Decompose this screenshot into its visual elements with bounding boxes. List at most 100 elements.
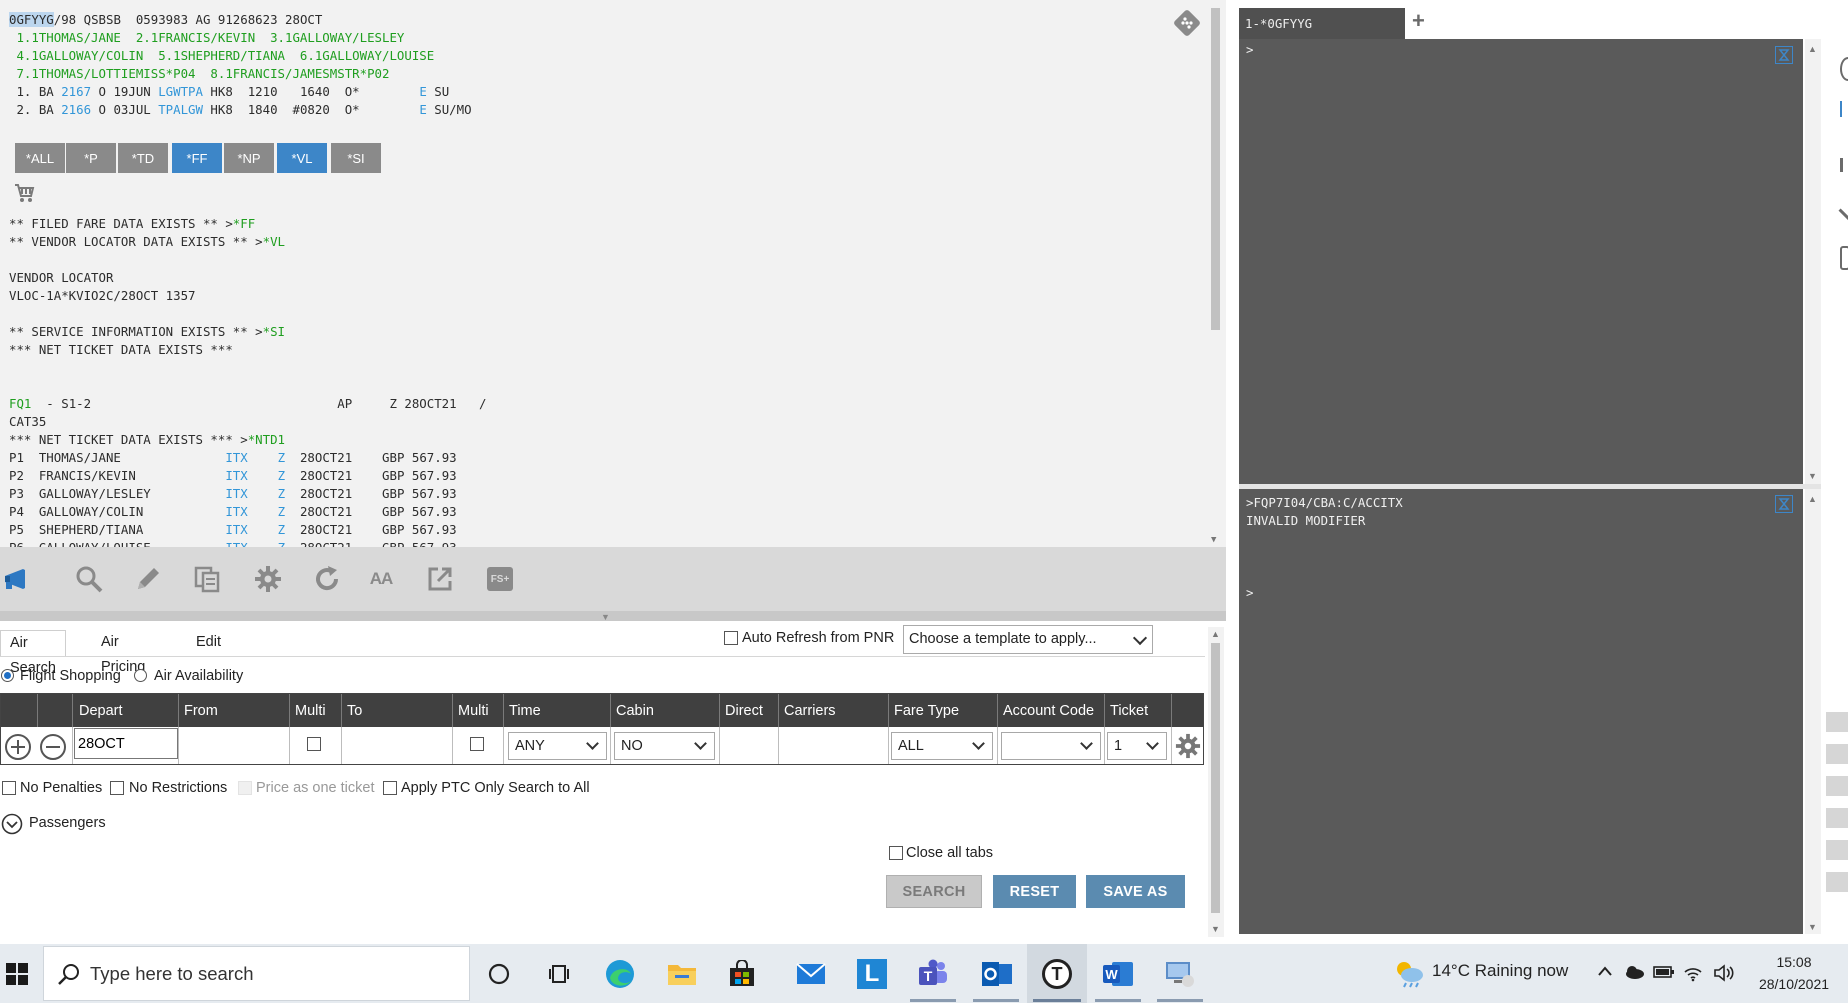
side-icon[interactable] — [1838, 203, 1848, 221]
remove-row-button[interactable] — [40, 734, 66, 760]
panel-splitter[interactable]: ▼ — [0, 611, 1226, 622]
hourglass-icon[interactable] — [1775, 46, 1793, 64]
store-icon[interactable] — [725, 957, 759, 991]
gear-icon[interactable] — [252, 563, 284, 595]
fare-type-select[interactable]: ALL — [891, 732, 993, 760]
tab-air-search[interactable]: Air Search — [0, 630, 66, 676]
megaphone-icon[interactable] — [3, 563, 35, 595]
air-availability-radio[interactable] — [134, 669, 147, 682]
side-tab[interactable] — [1826, 808, 1848, 828]
l-app-icon[interactable]: L — [855, 957, 889, 991]
flight-shopping-radio[interactable] — [1, 669, 14, 682]
panel-scroll-thumb[interactable] — [1211, 643, 1220, 913]
pencil-icon[interactable] — [132, 563, 164, 595]
fs-plus-icon[interactable]: FS+ — [484, 563, 516, 595]
side-tab[interactable] — [1826, 872, 1848, 892]
apply-ptc-checkbox[interactable] — [383, 781, 397, 795]
time-select[interactable]: ANY — [508, 732, 607, 760]
refresh-icon[interactable] — [311, 563, 343, 595]
console-bottom-scroll-up-icon[interactable]: ▲ — [1808, 494, 1817, 504]
command-button-td[interactable]: *TD — [118, 143, 168, 173]
cabin-select[interactable]: NO — [614, 732, 715, 760]
side-tab[interactable] — [1826, 744, 1848, 764]
console-bottom[interactable]: >FQP7I04/CBA:C/ACCITX INVALID MODIFIER > — [1239, 489, 1803, 934]
template-select[interactable]: Choose a template to apply... — [903, 625, 1153, 654]
console-top-scroll-down-icon[interactable]: ▼ — [1808, 471, 1817, 481]
drag-handle-icon[interactable] — [1172, 8, 1202, 38]
battery-icon[interactable] — [1653, 964, 1675, 985]
auto-refresh-checkbox[interactable] — [724, 631, 738, 645]
from-cell[interactable] — [178, 727, 289, 764]
console-bottom-scroll-down-icon[interactable]: ▼ — [1808, 922, 1817, 932]
console-top-scrollbar[interactable] — [1805, 39, 1821, 484]
panel-scroll-down-arrow-icon[interactable]: ▼ — [1211, 924, 1220, 934]
side-icon[interactable] — [1840, 158, 1848, 172]
side-tab[interactable] — [1826, 712, 1848, 732]
file-explorer-icon[interactable] — [665, 957, 699, 991]
row-settings-gear-icon[interactable] — [1175, 733, 1201, 759]
side-tab[interactable] — [1826, 840, 1848, 860]
t-app-icon[interactable]: T — [1040, 957, 1074, 991]
side-icon[interactable] — [1840, 101, 1848, 117]
side-icon[interactable] — [1840, 246, 1848, 270]
close-all-tabs-checkbox[interactable] — [889, 846, 903, 860]
copy-icon[interactable] — [192, 563, 224, 595]
search-icon[interactable] — [73, 563, 105, 595]
remote-desktop-icon[interactable] — [1163, 957, 1197, 991]
depart-input[interactable] — [74, 728, 178, 759]
command-button-vl[interactable]: *VL — [277, 143, 327, 173]
volume-icon[interactable] — [1713, 964, 1735, 987]
edge-icon[interactable] — [603, 957, 637, 991]
scroll-down-arrow-icon[interactable]: ▼ — [1211, 535, 1216, 545]
console-top[interactable]: > — [1239, 39, 1803, 484]
pnr-terminal[interactable]: 0GFYYG/98 QSBSB 0593983 AG 91268623 28OC… — [0, 0, 1226, 547]
passengers-expand-icon[interactable] — [1, 813, 23, 835]
windows-start-icon[interactable] — [0, 957, 34, 991]
add-tab-icon[interactable]: + — [1412, 10, 1434, 32]
multi-to-checkbox[interactable] — [470, 737, 484, 751]
console-top-scroll-up-icon[interactable]: ▲ — [1808, 44, 1817, 54]
external-link-icon[interactable] — [424, 563, 456, 595]
console-tab[interactable]: 1-*0GFYYG — [1239, 8, 1405, 39]
weather-text[interactable]: 14°C Raining now — [1432, 961, 1568, 981]
console-bottom-scrollbar[interactable] — [1805, 489, 1821, 934]
cortana-icon[interactable] — [482, 957, 516, 991]
panel-scroll-up-arrow-icon[interactable]: ▲ — [1211, 629, 1220, 639]
multi-from-checkbox[interactable] — [307, 737, 321, 751]
word-icon[interactable]: W — [1101, 957, 1135, 991]
tab-edit[interactable]: Edit — [187, 630, 230, 657]
carriers-cell[interactable] — [778, 727, 888, 764]
tab-air-pricing[interactable]: Air Pricing — [92, 630, 154, 675]
save-as-button[interactable]: SAVE AS — [1086, 875, 1185, 908]
direct-cell[interactable] — [719, 727, 778, 764]
account-code-select[interactable] — [1001, 732, 1101, 760]
side-icon[interactable] — [1840, 57, 1848, 81]
no-penalties-checkbox[interactable] — [2, 781, 16, 795]
outlook-icon[interactable] — [980, 957, 1014, 991]
command-button-p[interactable]: *P — [66, 143, 116, 173]
ticket-select[interactable]: 1 — [1107, 732, 1167, 760]
add-row-button[interactable] — [5, 734, 31, 760]
no-restrictions-checkbox[interactable] — [110, 781, 124, 795]
font-size-icon[interactable]: AA — [365, 563, 397, 595]
wifi-icon[interactable] — [1683, 964, 1703, 987]
mail-icon[interactable] — [794, 957, 828, 991]
search-button[interactable]: SEARCH — [886, 875, 982, 908]
chevron-up-icon[interactable] — [1597, 964, 1613, 983]
cart-icon[interactable] — [14, 182, 36, 204]
task-view-icon[interactable] — [543, 957, 577, 991]
command-button-all[interactable]: *ALL — [15, 143, 65, 173]
taskbar-clock[interactable]: 15:08 28/10/2021 — [1748, 951, 1840, 995]
terminal-scroll-thumb[interactable] — [1211, 8, 1220, 330]
teams-icon[interactable]: T — [916, 957, 950, 991]
command-button-np[interactable]: *NP — [224, 143, 274, 173]
command-button-si[interactable]: *SI — [331, 143, 381, 173]
weather-cloud-icon[interactable] — [1392, 958, 1426, 988]
onedrive-icon[interactable] — [1623, 964, 1645, 985]
taskbar-search-box[interactable]: Type here to search — [43, 946, 470, 1001]
command-button-ff[interactable]: *FF — [172, 143, 222, 173]
reset-button[interactable]: RESET — [993, 875, 1076, 908]
to-cell[interactable] — [341, 727, 452, 764]
passengers-label[interactable]: Passengers — [29, 815, 106, 831]
hourglass-icon[interactable] — [1775, 495, 1793, 513]
